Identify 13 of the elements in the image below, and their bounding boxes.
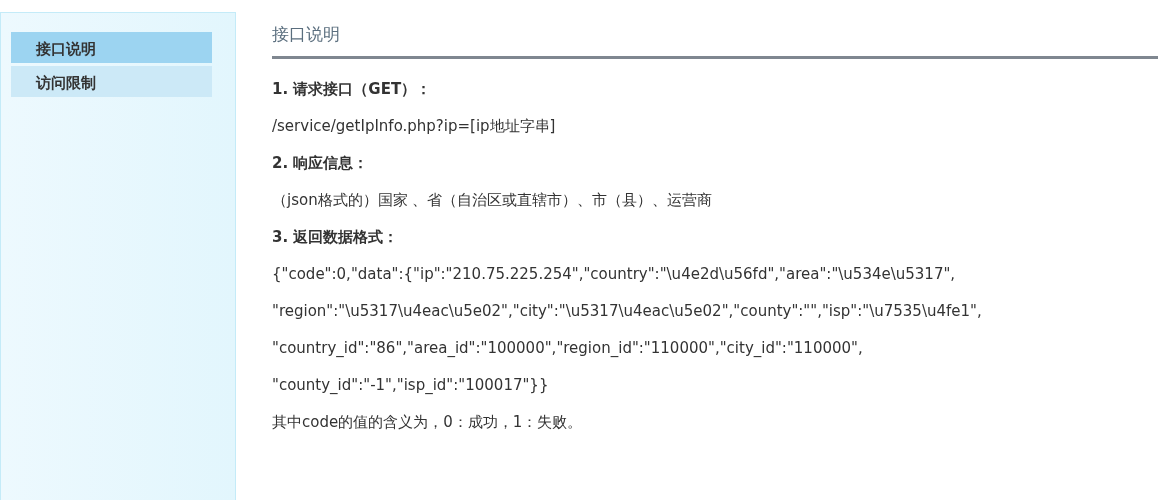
body-text: "region":"\u5317\u4eac\u5e02","city":"\u5317\u4eac\u5e02","county":"","isp":"\u7535\u4fe1", — [272, 301, 982, 320]
section-heading: 3. 返回数据格式： — [272, 227, 399, 246]
body-text: /service/getIpInfo.php?ip=[ip地址字串] — [272, 116, 556, 135]
body-text: "country_id":"86","area_id":"100000","region_id":"110000","city_id":"110000", — [272, 338, 863, 357]
sidebar-tab[interactable]: 访问限制 — [11, 66, 212, 97]
body-text: （json格式的）国家 、省（自治区或直辖市）、市（县）、运营商 — [272, 190, 713, 209]
note-text: 其中code的值的含义为，0：成功，1：失败。 — [272, 412, 583, 431]
section-heading: 1. 请求接口（GET）： — [272, 79, 432, 98]
sidebar-tab[interactable]: 接口说明 — [11, 32, 212, 63]
section-heading: 2. 响应信息： — [272, 153, 369, 172]
section-title: 接口说明 — [272, 24, 340, 44]
body-text: "county_id":"-1","isp_id":"100017"}} — [272, 375, 549, 394]
body-text: {"code":0,"data":{"ip":"210.75.225.254","country":"\u4e2d\u56fd","area":"\u534e\u5317", — [272, 264, 956, 283]
